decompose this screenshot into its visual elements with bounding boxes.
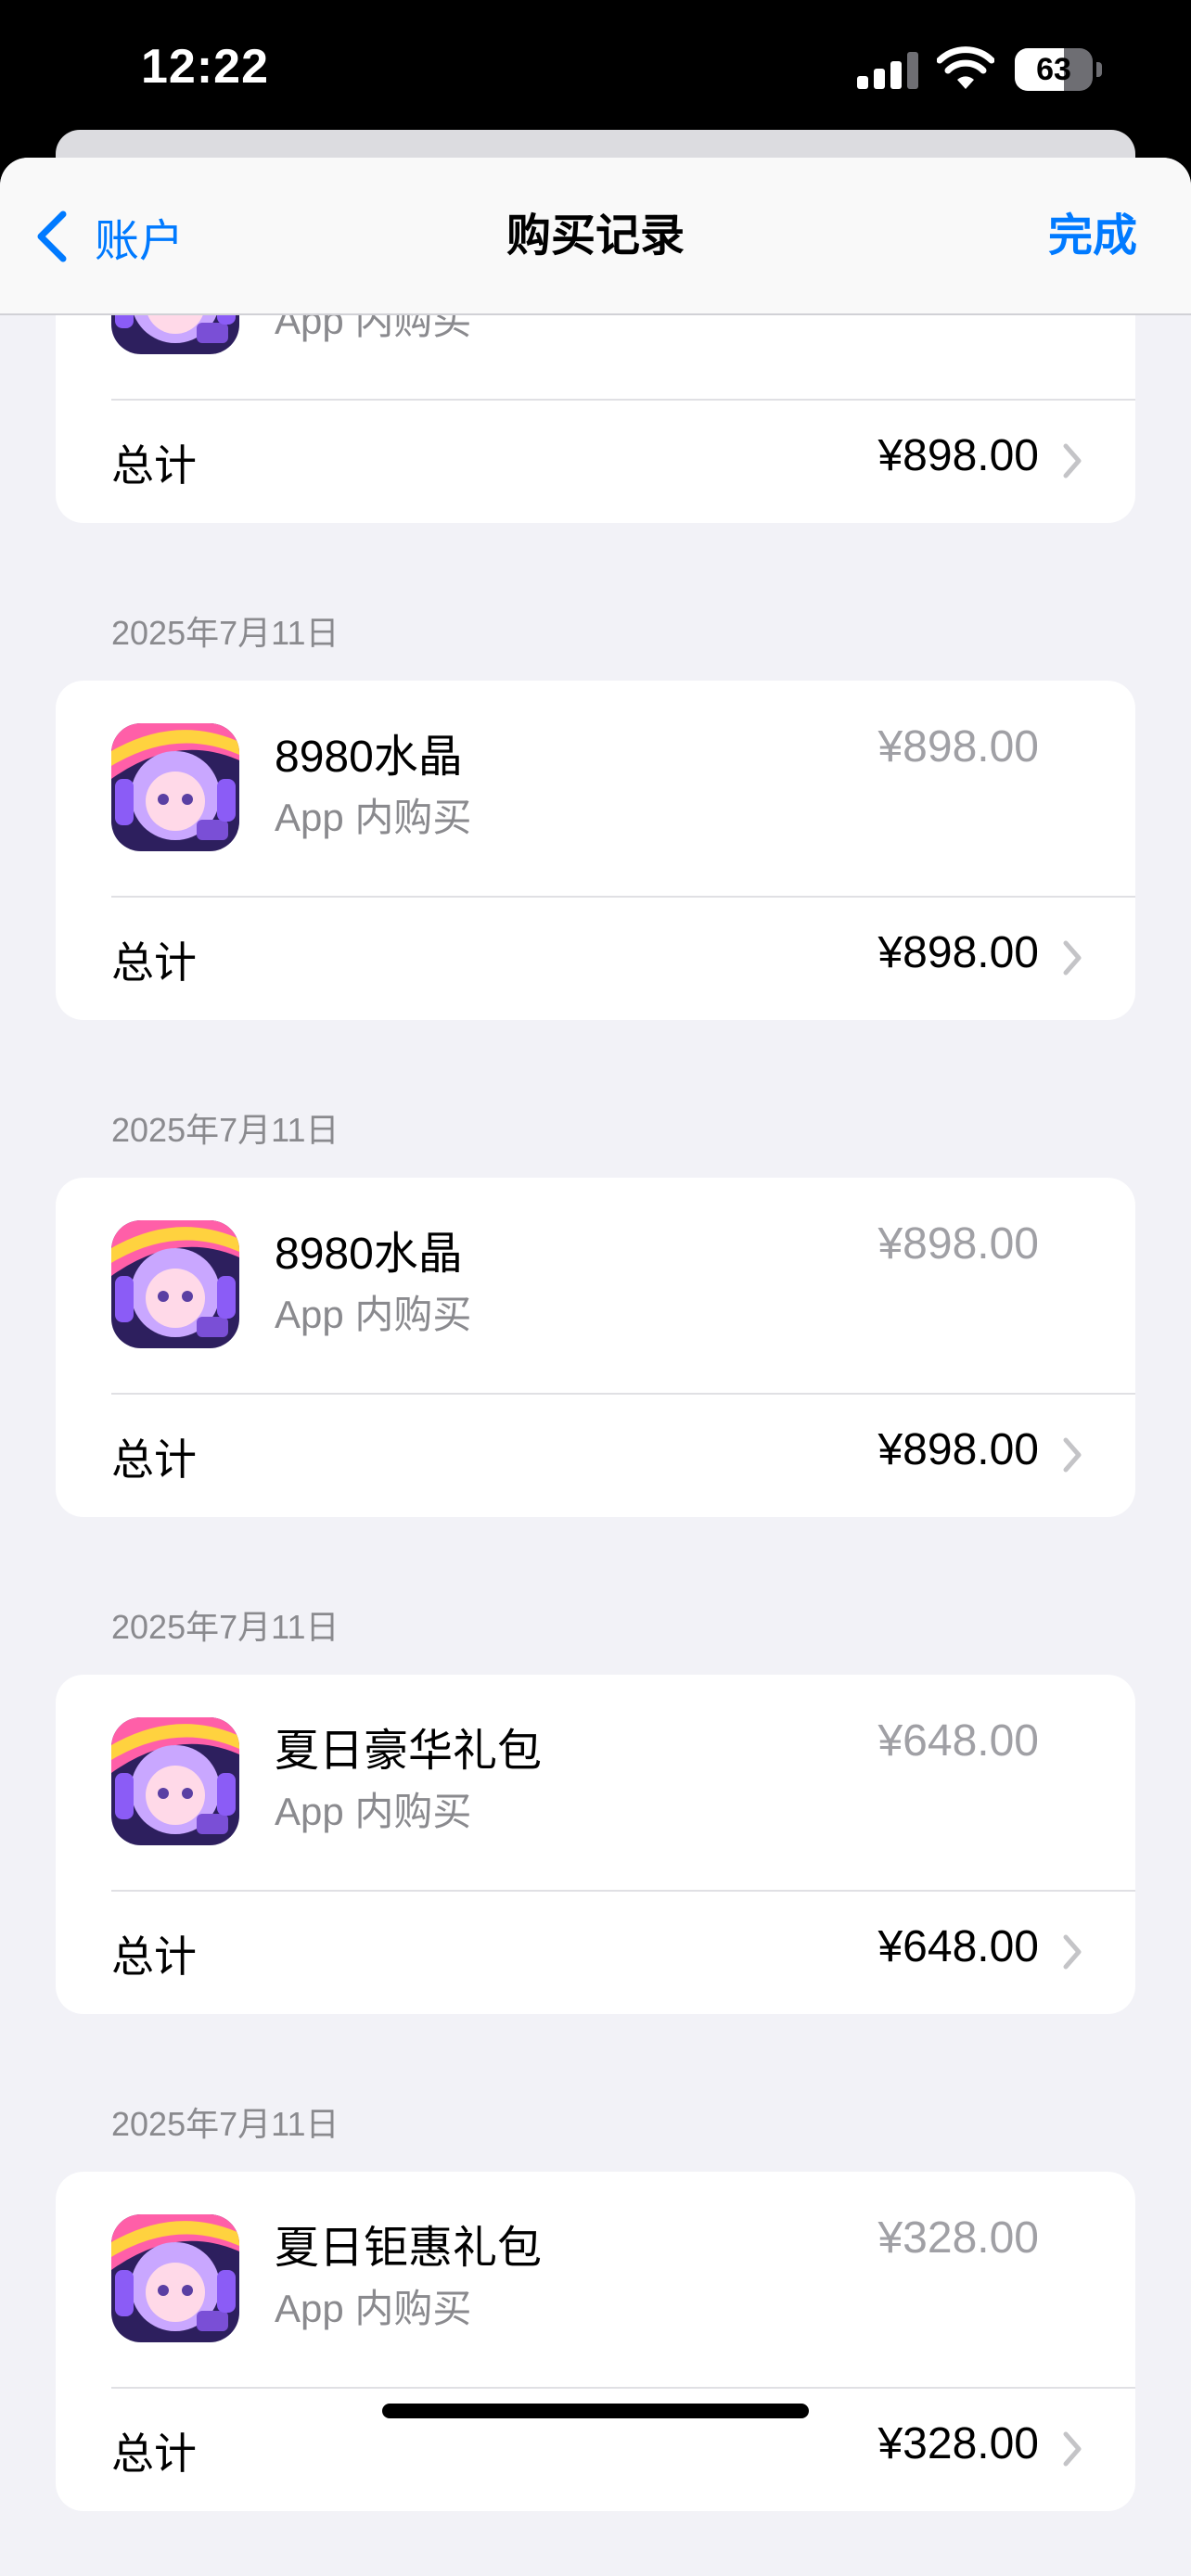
item-price: ¥898.00 [877, 722, 1039, 772]
total-row[interactable]: 总计 ¥898.00 [56, 898, 1135, 1020]
item-type: App 内购买 [275, 1293, 472, 1336]
purchase-card: 8980水晶 App 内购买 ¥898.00 总计 ¥898.00 [56, 681, 1135, 1020]
purchase-history-sheet: 8980水晶 App 内购买 ¥898.00 总计 ¥898.00 2025年7… [0, 158, 1191, 2576]
app-icon [111, 723, 239, 851]
total-label: 总计 [111, 938, 197, 987]
home-indicator[interactable] [382, 2404, 809, 2418]
purchase-date: 2025年7月11日 [111, 1608, 339, 1646]
screen: 12:22 63 App 内购买 总计 ¥898.00 2025年7月11日 8… [0, 0, 1191, 2576]
total-row[interactable]: 总计 ¥648.00 [56, 1892, 1135, 2014]
total-label: 总计 [111, 1435, 197, 1484]
status-bar: 12:22 63 [0, 0, 1191, 139]
total-amount: ¥898.00 [877, 431, 1039, 480]
done-button[interactable]: 完成 [1048, 204, 1137, 269]
battery-percentage: 63 [1036, 52, 1071, 87]
navigation-bar: 账户 购买记录 完成 [0, 158, 1191, 315]
battery-icon: 63 [1015, 48, 1104, 91]
total-amount: ¥328.00 [877, 2419, 1039, 2468]
status-time: 12:22 [141, 40, 269, 94]
total-label: 总计 [111, 2429, 197, 2478]
item-price: ¥648.00 [877, 1716, 1039, 1766]
item-price: ¥898.00 [877, 1219, 1039, 1269]
wifi-icon [937, 46, 994, 89]
total-amount: ¥648.00 [877, 1922, 1039, 1971]
total-amount: ¥898.00 [877, 1425, 1039, 1474]
purchase-card: 8980水晶 App 内购买 ¥898.00 总计 ¥898.00 [56, 1178, 1135, 1517]
chevron-right-icon [1063, 443, 1082, 478]
purchase-card: 夏日豪华礼包 App 内购买 ¥648.00 总计 ¥648.00 [56, 1675, 1135, 2014]
chevron-right-icon [1063, 1437, 1082, 1473]
total-label: 总计 [111, 441, 197, 490]
cellular-signal-icon [857, 52, 918, 89]
purchase-date: 2025年7月11日 [111, 614, 339, 652]
purchase-date: 2025年7月11日 [111, 2105, 339, 2143]
item-type: App 内购买 [275, 2287, 472, 2330]
item-type: App 内购买 [275, 1790, 472, 1833]
item-price: ¥328.00 [877, 2213, 1039, 2263]
total-label: 总计 [111, 1932, 197, 1981]
purchase-date: 2025年7月11日 [111, 1111, 339, 1149]
chevron-right-icon [1063, 1934, 1082, 1970]
total-row[interactable]: 总计 ¥898.00 [56, 1395, 1135, 1517]
item-name: 夏日豪华礼包 [275, 1727, 543, 1776]
chevron-right-icon [1063, 2431, 1082, 2467]
item-name: 8980水晶 [275, 1230, 463, 1279]
app-icon [111, 1220, 239, 1348]
page-title: 购买记录 [506, 211, 685, 261]
app-icon [111, 2214, 239, 2342]
purchase-card: 夏日钜惠礼包 App 内购买 ¥328.00 总计 ¥328.00 [56, 2172, 1135, 2511]
item-name: 夏日钜惠礼包 [275, 2224, 543, 2273]
app-icon [111, 1717, 239, 1845]
chevron-right-icon [1063, 940, 1082, 976]
item-name: 8980水晶 [275, 733, 463, 782]
item-type: App 内购买 [275, 796, 472, 839]
total-amount: ¥898.00 [877, 928, 1039, 977]
total-row[interactable]: 总计 ¥898.00 [56, 401, 1135, 523]
